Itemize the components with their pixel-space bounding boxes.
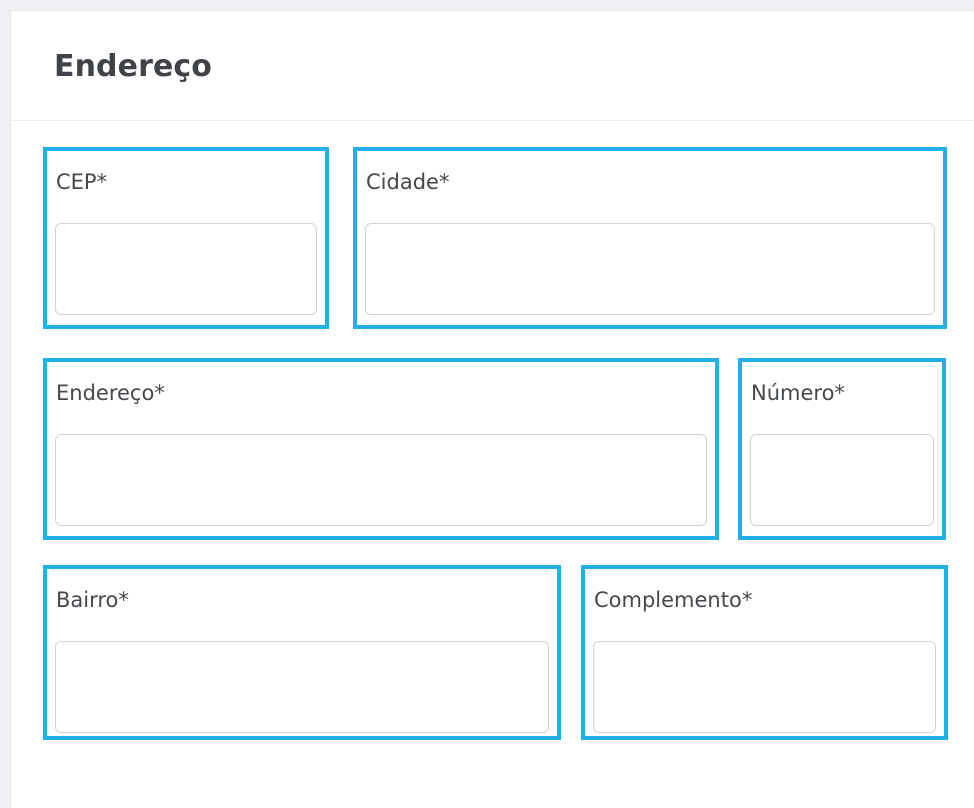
- address-card: Endereço CEP* Cidade* Endereço* Número* …: [10, 10, 974, 808]
- cep-label: CEP*: [56, 170, 108, 194]
- numero-input[interactable]: [750, 434, 934, 526]
- cidade-label: Cidade*: [366, 170, 450, 194]
- bairro-label: Bairro*: [56, 588, 129, 612]
- cidade-field-group: Cidade*: [353, 147, 947, 329]
- numero-label: Número*: [751, 381, 845, 405]
- complemento-input[interactable]: [593, 641, 936, 733]
- endereco-input[interactable]: [55, 434, 707, 526]
- cidade-input[interactable]: [365, 223, 935, 315]
- numero-field-group: Número*: [738, 358, 946, 540]
- endereco-field-group: Endereço*: [43, 358, 719, 540]
- bairro-input[interactable]: [55, 641, 549, 733]
- complemento-field-group: Complemento*: [581, 565, 948, 740]
- endereco-label: Endereço*: [56, 381, 165, 405]
- bairro-field-group: Bairro*: [43, 565, 561, 740]
- card-header: Endereço: [11, 11, 974, 121]
- cep-input[interactable]: [55, 223, 317, 315]
- complemento-label: Complemento*: [594, 588, 753, 612]
- cep-field-group: CEP*: [43, 147, 329, 329]
- section-title: Endereço: [54, 49, 213, 84]
